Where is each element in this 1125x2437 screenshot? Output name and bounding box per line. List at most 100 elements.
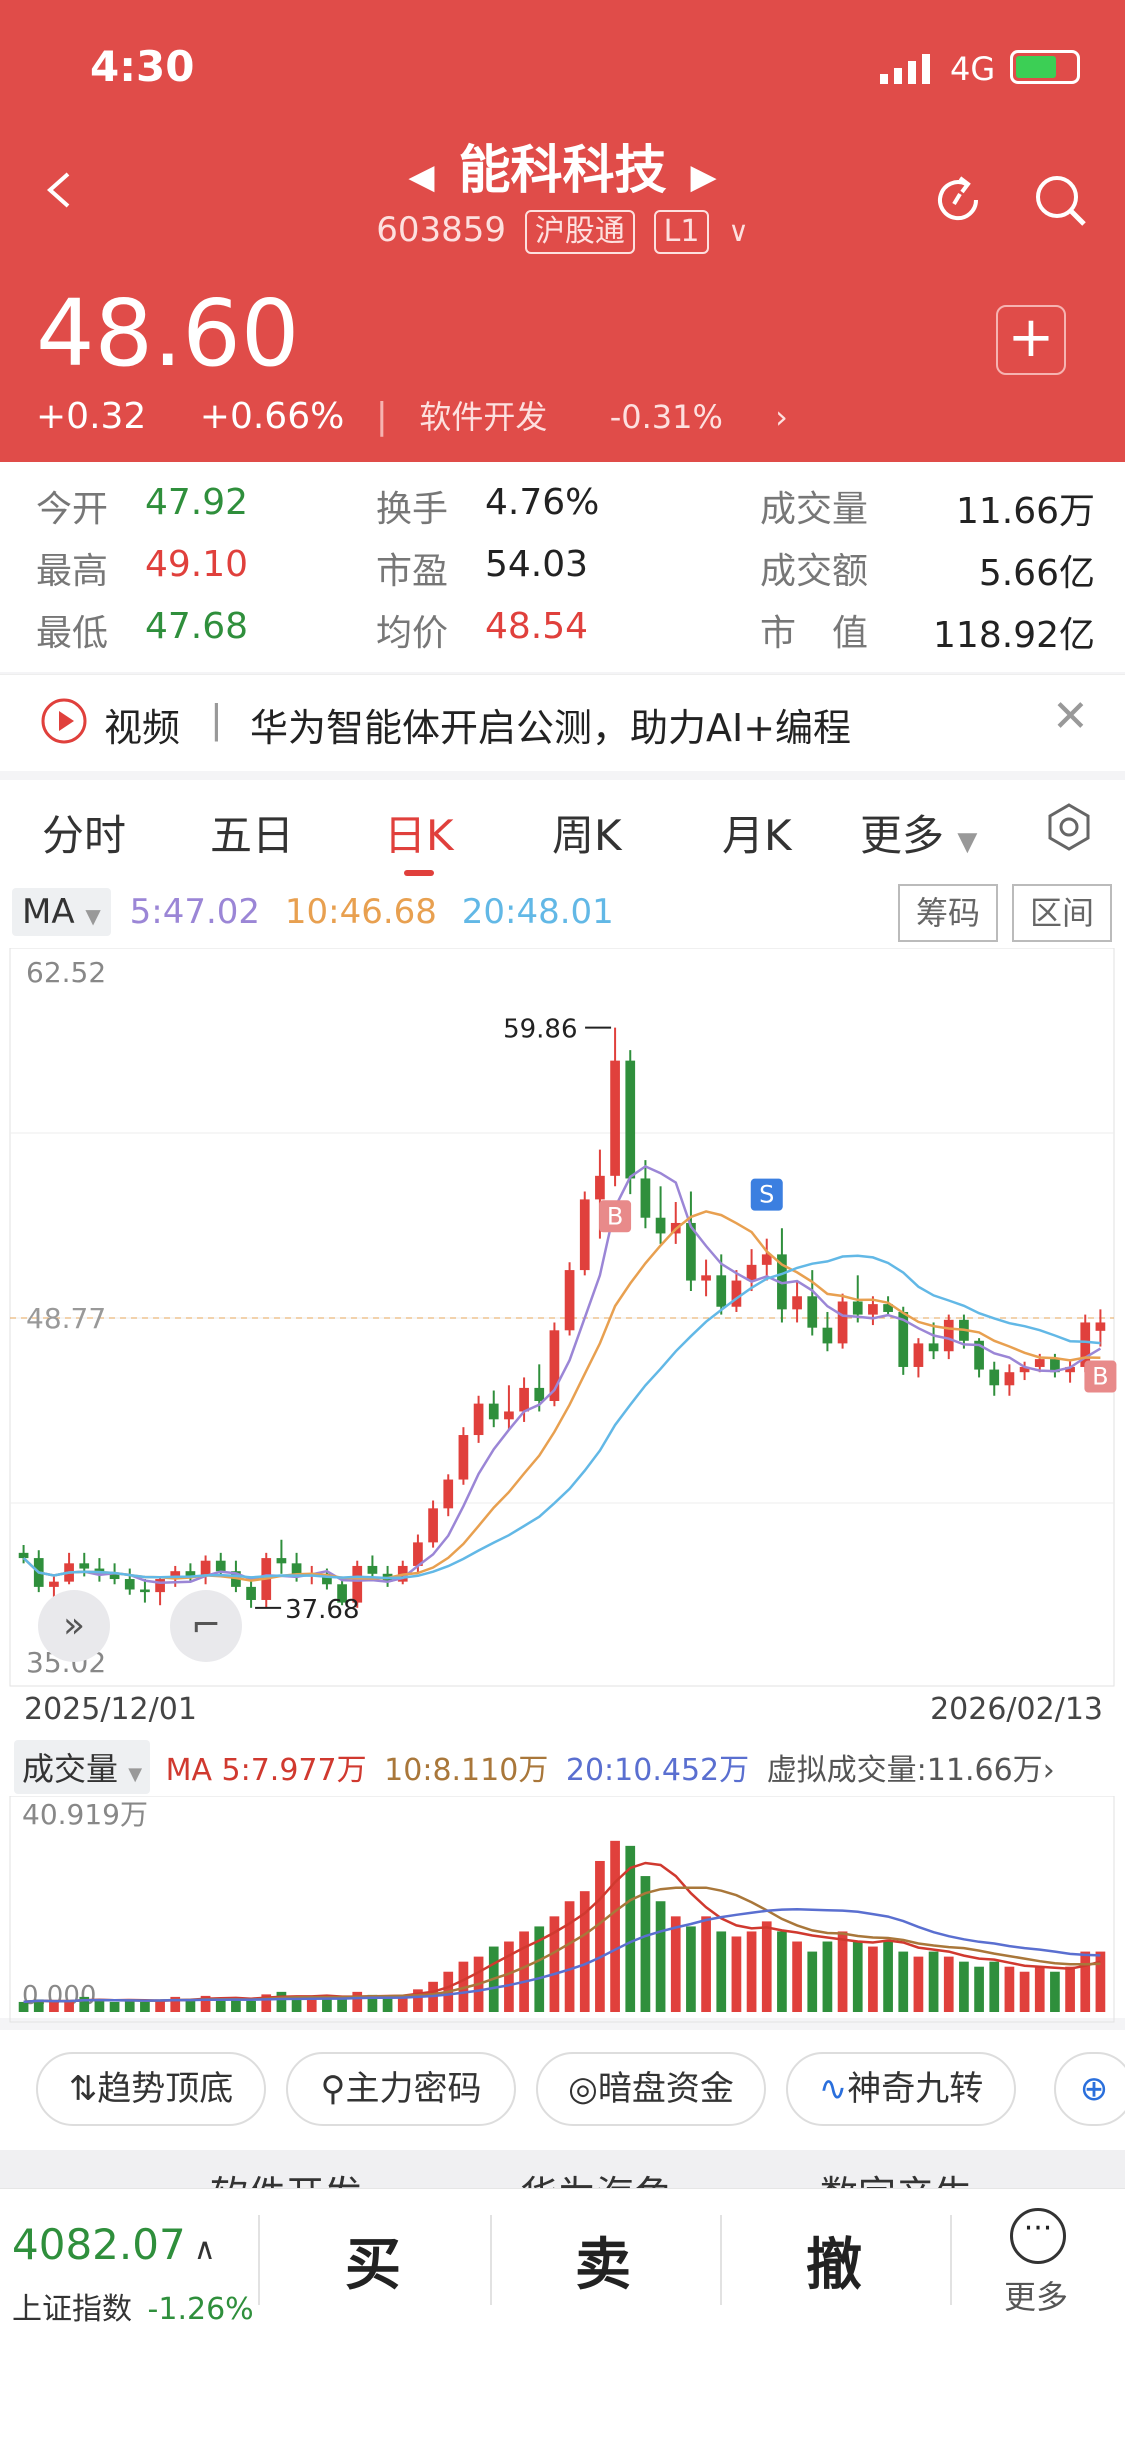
volume-bar bbox=[109, 2001, 120, 2012]
volume-bar bbox=[18, 2001, 29, 2012]
volume-bar bbox=[807, 1951, 818, 2012]
close-icon[interactable]: ✕ bbox=[1052, 691, 1089, 742]
high-marker-label: 59.86 bbox=[503, 1015, 577, 1045]
price-change-row: +0.32 +0.66% | 软件开发 -0.31% › bbox=[36, 392, 830, 438]
volume-selector-label: 成交量 bbox=[22, 1750, 119, 1788]
key-icon: ⚲ bbox=[320, 2069, 346, 2109]
index-name-row: 上证指数 -1.26% bbox=[12, 2284, 254, 2328]
volume-bar bbox=[1034, 1966, 1045, 2012]
vol-ma10: 10:8.110万 bbox=[384, 1753, 549, 1788]
cancel-button[interactable]: 撤 bbox=[806, 2220, 862, 2301]
ma10-value: 10:46.68 bbox=[284, 892, 437, 932]
dark-pool-button[interactable]: ◎暗盘资金 bbox=[536, 2052, 766, 2126]
trend-top-bottom-button[interactable]: ⇅趋势顶底 bbox=[36, 2052, 266, 2126]
volume-bar bbox=[185, 1999, 196, 2012]
candle-body bbox=[595, 1175, 605, 1200]
candle-body bbox=[215, 1560, 226, 1572]
main-force-button[interactable]: ⚲主力密码 bbox=[286, 2052, 516, 2126]
buy-button[interactable]: 买 bbox=[345, 2220, 401, 2301]
volume-bar bbox=[898, 1951, 909, 2012]
candle-body bbox=[989, 1369, 1000, 1386]
candle-body bbox=[276, 1558, 287, 1564]
volume-bar bbox=[1080, 1951, 1091, 2012]
more-icon[interactable]: ··· bbox=[1010, 2208, 1066, 2264]
candle-body bbox=[640, 1178, 651, 1218]
volume-bar bbox=[868, 1946, 878, 2012]
volume-bar bbox=[64, 2000, 74, 2012]
candle-body bbox=[79, 1563, 90, 1569]
prev-stock-icon[interactable]: ◀ bbox=[408, 157, 434, 197]
high-label: 最高 bbox=[36, 551, 109, 592]
tab-weekly-k[interactable]: 周K bbox=[552, 802, 622, 863]
nine-turn-button[interactable]: ∿神奇九转 bbox=[786, 2052, 1016, 2126]
battery-icon bbox=[1010, 50, 1080, 84]
volume-bar bbox=[610, 1840, 620, 2012]
candle-body bbox=[428, 1508, 438, 1543]
tab-more[interactable]: 更多 ▼ bbox=[860, 802, 977, 863]
candle-body bbox=[579, 1199, 590, 1271]
subtab-1[interactable]: 华为海角 bbox=[520, 2164, 672, 2190]
stock-code: 603859 bbox=[376, 210, 507, 250]
candle-body bbox=[49, 1581, 59, 1587]
volume-bar bbox=[595, 1860, 605, 2012]
volume-bar bbox=[837, 1931, 848, 2012]
volume-ma20-line bbox=[23, 1908, 1101, 2004]
sector-change: -0.31% bbox=[609, 398, 723, 436]
market-cap-value: 118.92亿 bbox=[933, 615, 1095, 656]
subtab-0[interactable]: 软件开发 bbox=[210, 2164, 362, 2190]
status-time: 4:30 bbox=[90, 42, 195, 91]
virtual-volume-link[interactable]: 虚拟成交量:11.66万› bbox=[767, 1753, 1055, 1788]
crosshair-icon: ⊕ bbox=[1079, 2069, 1109, 2109]
volume-bar bbox=[1065, 1966, 1075, 2012]
expand-icon[interactable]: » bbox=[38, 1590, 110, 1662]
tab-five-day[interactable]: 五日 bbox=[210, 802, 294, 863]
tab-intraday[interactable]: 分时 bbox=[42, 802, 126, 863]
kline-chart[interactable]: 62.5235.0248.7759.8637.68SBB bbox=[0, 948, 1125, 1688]
volume-selector[interactable]: 成交量 ▼ bbox=[14, 1740, 151, 1794]
tab-daily-k[interactable]: 日K bbox=[384, 802, 454, 863]
play-icon bbox=[41, 698, 87, 744]
more-label: 更多 bbox=[1004, 2278, 1069, 2316]
volume-bar bbox=[959, 1961, 969, 2012]
caret-up-icon: ∧ bbox=[193, 2232, 216, 2267]
candle-body bbox=[807, 1296, 818, 1328]
open-label: 今开 bbox=[36, 489, 109, 530]
active-tab-indicator bbox=[404, 870, 434, 876]
turnover-value: 4.76% bbox=[485, 482, 600, 523]
volume-bar bbox=[928, 1951, 939, 2012]
tool-label: 神奇九转 bbox=[847, 2069, 984, 2109]
candle-body bbox=[868, 1304, 878, 1315]
tab-monthly-k[interactable]: 月K bbox=[722, 802, 792, 863]
candle-body bbox=[1095, 1322, 1106, 1331]
add-watchlist-button[interactable]: + bbox=[996, 305, 1066, 375]
candle-body bbox=[792, 1296, 802, 1310]
more-tools-button[interactable]: ⊕ bbox=[1054, 2052, 1125, 2126]
candle-body bbox=[852, 1301, 863, 1315]
search-icon[interactable] bbox=[1030, 170, 1090, 230]
subtab-2[interactable]: 数字产生 bbox=[820, 2164, 972, 2190]
settings-icon[interactable] bbox=[1044, 802, 1094, 852]
date-end: 2026/02/13 bbox=[930, 1692, 1103, 1727]
volume-legend: 成交量 ▼ MA 5:7.977万 10:8.110万 20:10.452万 虚… bbox=[14, 1740, 1055, 1794]
volume-bar bbox=[1019, 1971, 1030, 2012]
sell-button[interactable]: 卖 bbox=[575, 2220, 631, 2301]
volume-bar bbox=[246, 2000, 256, 2012]
chip-button[interactable]: 筹码 bbox=[898, 884, 998, 942]
range-button[interactable]: 区间 bbox=[1012, 884, 1112, 942]
news-text: 华为智能体开启公测，助力AI+编程 bbox=[250, 706, 852, 750]
ma5-line bbox=[22, 1164, 1102, 1584]
fullscreen-icon[interactable]: ⌐ bbox=[170, 1590, 242, 1662]
sector-link[interactable]: 软件开发 -0.31% › bbox=[419, 398, 830, 436]
chevron-down-icon[interactable]: ∨ bbox=[728, 215, 749, 248]
next-stock-icon[interactable]: ▶ bbox=[691, 157, 717, 197]
index-value-row[interactable]: 4082.07 ∧ bbox=[12, 2220, 216, 2269]
news-banner[interactable]: 视频 | 华为智能体开启公测，助力AI+编程 ✕ bbox=[0, 674, 1125, 771]
volume-bar bbox=[822, 1941, 833, 2012]
volume-bar bbox=[504, 1941, 514, 2012]
volume-bar bbox=[352, 1991, 363, 2012]
refresh-icon[interactable] bbox=[928, 170, 988, 230]
ma-selector[interactable]: MA ▼ bbox=[12, 888, 111, 936]
ma-legend: MA ▼ 5:47.02 10:46.68 20:48.01 bbox=[12, 888, 614, 936]
volume-chart[interactable]: 40.919万0.000 bbox=[0, 1796, 1125, 2026]
current-price-label: 48.77 bbox=[26, 1302, 106, 1335]
